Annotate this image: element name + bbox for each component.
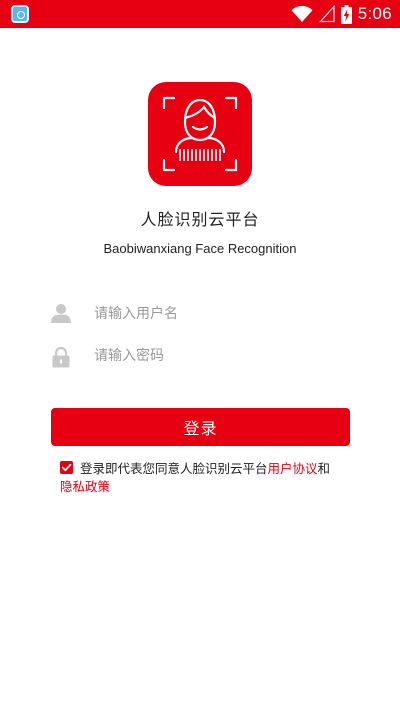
lock-icon xyxy=(52,346,70,368)
status-time: 5:06 xyxy=(357,4,392,23)
checkmark-icon xyxy=(61,463,72,472)
username-field[interactable] xyxy=(50,294,350,334)
face-recognition-icon xyxy=(162,96,238,172)
wifi-icon xyxy=(291,5,313,23)
app-notification-icon xyxy=(11,5,29,23)
agreement-line-2: 隐私政策 xyxy=(60,478,110,495)
app-logo xyxy=(148,82,252,186)
password-input[interactable] xyxy=(94,336,350,376)
app-subtitle: Baobiwanxiang Face Recognition xyxy=(103,241,297,256)
signal-icon xyxy=(318,5,335,23)
agreement-checkbox[interactable] xyxy=(60,461,73,474)
user-agreement-link[interactable]: 用户协议 xyxy=(268,461,318,476)
password-field[interactable] xyxy=(50,336,350,376)
status-indicators: 5:06 xyxy=(291,3,392,25)
agreement-and-text: 和 xyxy=(317,461,331,476)
agreement-line-1: 登录即代表您同意人脸识别云平台用户协议和 xyxy=(80,460,330,477)
user-icon xyxy=(51,304,71,323)
battery-charging-icon xyxy=(340,4,352,24)
username-input[interactable] xyxy=(94,294,350,334)
agreement-text: 登录即代表您同意人脸识别云平台 xyxy=(80,461,268,476)
privacy-policy-link[interactable]: 隐私政策 xyxy=(60,479,110,494)
status-bar: 5:06 xyxy=(0,0,400,28)
app-title: 人脸识别云平台 xyxy=(140,210,260,229)
login-button[interactable]: 登录 xyxy=(51,408,350,446)
